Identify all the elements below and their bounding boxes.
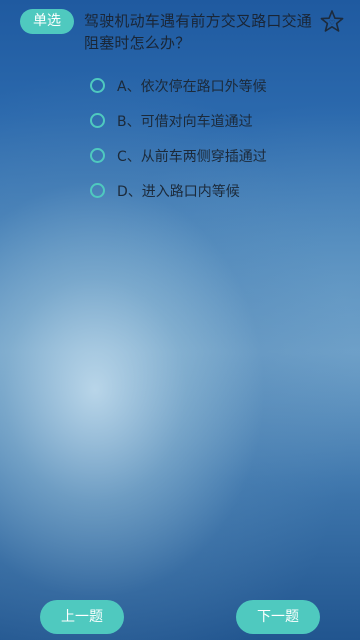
option-b[interactable]: B、可借对向车道通过 [0,103,360,138]
option-label: B、可借对向车道通过 [117,113,253,130]
option-label: A、依次停在路口外等候 [117,78,267,95]
question-text: 驾驶机动车遇有前方交叉路口交通阻塞时怎么办？ [84,12,313,52]
option-c[interactable]: C、从前车两侧穿插通过 [0,138,360,173]
answer-options: A、依次停在路口外等候 B、可借对向车道通过 C、从前车两侧穿插通过 D、进入路… [0,68,360,208]
radio-circle-icon[interactable] [90,78,105,93]
option-label: D、进入路口内等候 [117,183,240,200]
previous-question-button[interactable]: 上一题 [40,600,124,634]
option-label: C、从前车两侧穿插通过 [117,148,267,165]
option-d[interactable]: D、进入路口内等候 [0,173,360,208]
star-outline-icon: ♡ [320,10,344,32]
option-a[interactable]: A、依次停在路口外等候 [0,68,360,103]
svg-text:♡: ♡ [329,19,335,27]
favorite-button[interactable]: ♡ [318,8,346,36]
question-type-badge: 单选 [20,9,74,34]
radio-circle-icon[interactable] [90,183,105,198]
radio-circle-icon[interactable] [90,113,105,128]
question-header: 单选 驾驶机动车遇有前方交叉路口交通阻塞时怎么办？ ♡ [0,0,360,60]
radio-circle-icon[interactable] [90,148,105,163]
next-question-button[interactable]: 下一题 [236,600,320,634]
